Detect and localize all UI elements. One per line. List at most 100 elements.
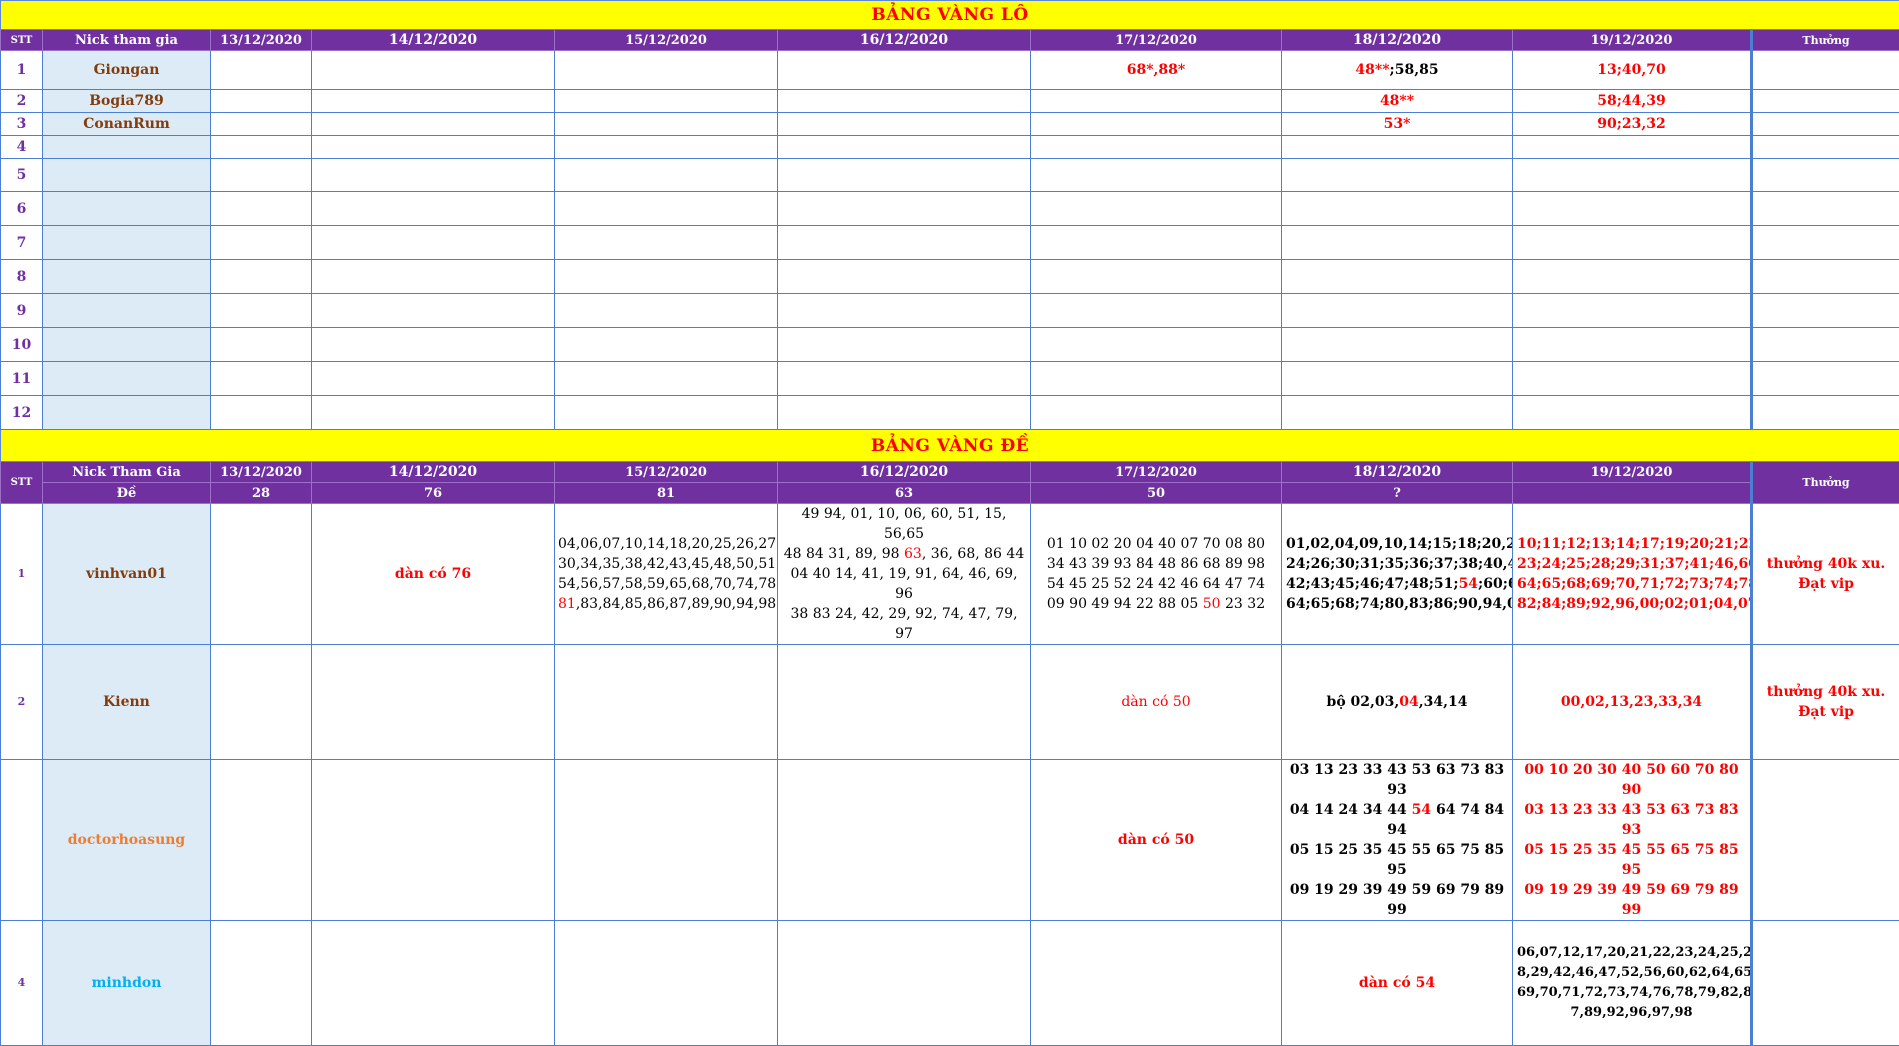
cell[interactable]: 03 13 23 33 43 53 63 73 83 93 04 14 24 3… <box>1282 760 1513 921</box>
cell[interactable] <box>1031 113 1282 136</box>
row-number[interactable]: 11 <box>1 362 43 396</box>
de-result[interactable]: 81 <box>555 483 778 504</box>
cell[interactable]: bộ 02,03,04,34,14 <box>1282 645 1513 760</box>
row-number[interactable]: 2 <box>1 645 43 760</box>
nick-cell[interactable] <box>43 136 211 159</box>
cell[interactable] <box>312 113 555 136</box>
cell[interactable] <box>1513 226 1752 260</box>
bonus-cell[interactable] <box>1752 260 1899 294</box>
de-header-date[interactable]: 17/12/2020 <box>1031 462 1282 483</box>
nick-cell[interactable]: Giongan <box>43 51 211 90</box>
lo-header-stt[interactable]: STT <box>1 30 43 51</box>
lo-header-date[interactable]: 18/12/2020 <box>1282 30 1513 51</box>
cell[interactable] <box>211 760 312 921</box>
nick-cell[interactable] <box>43 226 211 260</box>
de-header-label[interactable]: Đề <box>43 483 211 504</box>
cell[interactable]: 13;40,70 <box>1513 51 1752 90</box>
de-header-date[interactable]: 16/12/2020 <box>778 462 1031 483</box>
cell[interactable]: dàn có 54 <box>1282 921 1513 1046</box>
cell[interactable] <box>778 921 1031 1046</box>
cell[interactable] <box>211 328 312 362</box>
lo-header-nick[interactable]: Nick tham gia <box>43 30 211 51</box>
cell[interactable] <box>211 226 312 260</box>
cell[interactable] <box>778 760 1031 921</box>
row-number[interactable]: 9 <box>1 294 43 328</box>
nick-cell[interactable]: doctorhoasung <box>43 760 211 921</box>
de-header-date[interactable]: 18/12/2020 <box>1282 462 1513 483</box>
cell[interactable] <box>211 504 312 645</box>
lo-header-bonus[interactable]: Thưởng <box>1752 30 1899 51</box>
row-number[interactable]: 8 <box>1 260 43 294</box>
cell[interactable] <box>312 328 555 362</box>
cell[interactable] <box>1031 192 1282 226</box>
de-header-date[interactable]: 14/12/2020 <box>312 462 555 483</box>
cell[interactable] <box>778 362 1031 396</box>
cell[interactable]: dàn có 50 <box>1031 645 1282 760</box>
row-number[interactable]: 2 <box>1 90 43 113</box>
lo-title[interactable]: BẢNG VÀNG LÔ <box>1 1 1899 30</box>
nick-cell[interactable] <box>43 396 211 430</box>
bonus-cell[interactable]: thưởng 40k xu. Đạt vip <box>1752 645 1899 760</box>
nick-cell[interactable]: Kienn <box>43 645 211 760</box>
cell[interactable] <box>211 51 312 90</box>
bonus-cell[interactable] <box>1752 113 1899 136</box>
bonus-cell[interactable] <box>1752 362 1899 396</box>
bonus-cell[interactable] <box>1752 921 1899 1046</box>
lo-header-date[interactable]: 14/12/2020 <box>312 30 555 51</box>
cell[interactable] <box>312 921 555 1046</box>
cell[interactable] <box>1282 192 1513 226</box>
cell[interactable] <box>555 192 778 226</box>
bonus-cell[interactable] <box>1752 51 1899 90</box>
bonus-cell[interactable] <box>1752 294 1899 328</box>
row-number[interactable]: 4 <box>1 921 43 1046</box>
de-header-date[interactable]: 19/12/2020 <box>1513 462 1752 483</box>
cell[interactable] <box>312 51 555 90</box>
cell[interactable] <box>555 113 778 136</box>
cell[interactable]: 00,02,13,23,33,34 <box>1513 645 1752 760</box>
bonus-cell[interactable] <box>1752 192 1899 226</box>
cell[interactable] <box>211 260 312 294</box>
cell[interactable] <box>211 294 312 328</box>
cell[interactable] <box>555 362 778 396</box>
cell[interactable] <box>1513 260 1752 294</box>
cell[interactable] <box>1031 90 1282 113</box>
cell[interactable] <box>778 396 1031 430</box>
row-number[interactable]: 10 <box>1 328 43 362</box>
de-result[interactable] <box>1513 483 1752 504</box>
nick-cell[interactable] <box>43 260 211 294</box>
cell[interactable] <box>555 90 778 113</box>
nick-cell[interactable]: ConanRum <box>43 113 211 136</box>
cell[interactable] <box>1031 136 1282 159</box>
cell[interactable] <box>312 136 555 159</box>
row-number[interactable] <box>1 760 43 921</box>
lo-header-date[interactable]: 17/12/2020 <box>1031 30 1282 51</box>
cell[interactable]: 01 10 02 20 04 40 07 70 08 80 34 43 39 9… <box>1031 504 1282 645</box>
cell[interactable] <box>211 159 312 192</box>
cell[interactable] <box>312 192 555 226</box>
nick-cell[interactable] <box>43 192 211 226</box>
cell[interactable]: 48** <box>1282 90 1513 113</box>
cell[interactable] <box>778 294 1031 328</box>
cell[interactable]: 58;44,39 <box>1513 90 1752 113</box>
bonus-cell[interactable] <box>1752 226 1899 260</box>
row-number[interactable]: 1 <box>1 51 43 90</box>
cell[interactable] <box>1282 260 1513 294</box>
cell[interactable] <box>1031 226 1282 260</box>
cell[interactable] <box>778 159 1031 192</box>
lo-header-date[interactable]: 15/12/2020 <box>555 30 778 51</box>
cell[interactable] <box>1031 260 1282 294</box>
cell[interactable] <box>1282 328 1513 362</box>
cell[interactable] <box>555 760 778 921</box>
row-number[interactable]: 5 <box>1 159 43 192</box>
row-number[interactable]: 12 <box>1 396 43 430</box>
lo-header-date[interactable]: 16/12/2020 <box>778 30 1031 51</box>
bonus-cell[interactable] <box>1752 396 1899 430</box>
cell[interactable] <box>778 90 1031 113</box>
cell[interactable]: 04,06,07,10,14,18,20,25,26,27 30,34,35,3… <box>555 504 778 645</box>
cell[interactable] <box>312 159 555 192</box>
bonus-cell[interactable] <box>1752 90 1899 113</box>
bonus-cell[interactable] <box>1752 136 1899 159</box>
cell[interactable] <box>1282 159 1513 192</box>
cell[interactable] <box>312 294 555 328</box>
cell[interactable] <box>1031 294 1282 328</box>
